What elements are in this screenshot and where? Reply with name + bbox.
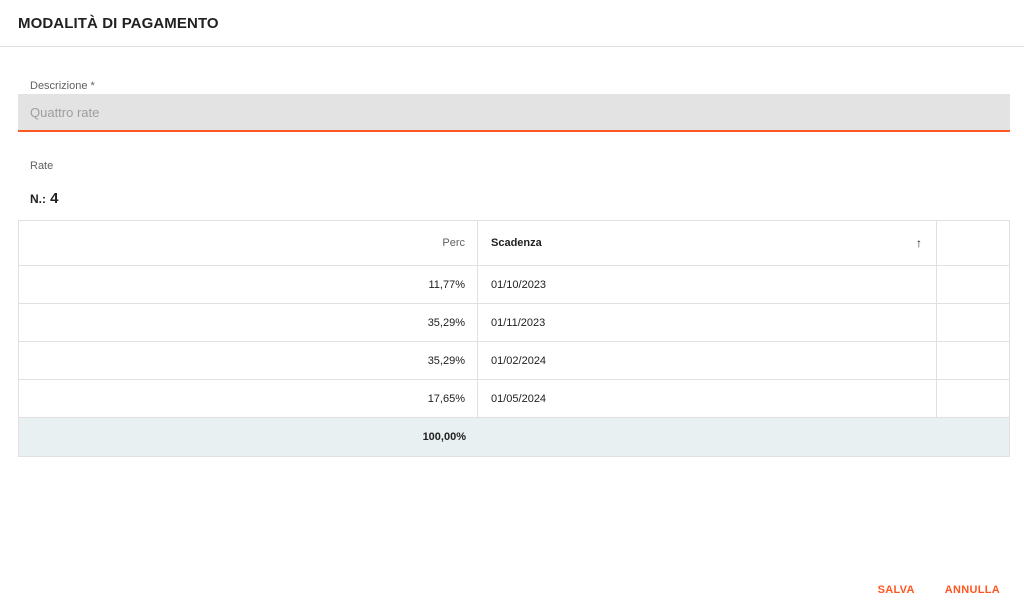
installments-table: Perc Scadenza ↑ 11,77% 01/10/2023 35,29%… xyxy=(18,220,1010,457)
cell-scadenza[interactable]: 01/10/2023 xyxy=(478,266,937,303)
arrow-up-icon[interactable]: ↑ xyxy=(916,236,922,250)
table-row[interactable]: 11,77% 01/10/2023 xyxy=(19,266,1009,304)
table-row[interactable]: 17,65% 01/05/2024 xyxy=(19,380,1009,418)
page-title: MODALITÀ DI PAGAMENTO xyxy=(18,14,219,32)
table-total-row: 100,00% xyxy=(19,418,1009,456)
dialog-header: MODALITÀ DI PAGAMENTO xyxy=(0,0,1024,47)
description-field: Descrizione * xyxy=(18,78,1010,132)
cell-perc[interactable]: 11,77% xyxy=(19,266,478,303)
cell-scadenza[interactable]: 01/11/2023 xyxy=(478,304,937,341)
cancel-button[interactable]: ANNULLA xyxy=(945,584,1000,596)
column-header-perc[interactable]: Perc xyxy=(19,221,478,265)
save-button[interactable]: SALVA xyxy=(878,584,915,596)
cell-perc[interactable]: 17,65% xyxy=(19,380,478,417)
total-scadenza xyxy=(478,418,937,456)
dialog-actions: SALVA ANNULLA xyxy=(878,584,1000,596)
column-header-scadenza-label: Scadenza xyxy=(491,237,542,249)
rate-section-label: Rate xyxy=(30,160,54,172)
cell-perc[interactable]: 35,29% xyxy=(19,304,478,341)
cell-actions xyxy=(937,380,1009,417)
table-row[interactable]: 35,29% 01/11/2023 xyxy=(19,304,1009,342)
table-row[interactable]: 35,29% 01/02/2024 xyxy=(19,342,1009,380)
description-label: Descrizione * xyxy=(30,80,95,92)
cell-scadenza[interactable]: 01/02/2024 xyxy=(478,342,937,379)
count-value: 4 xyxy=(50,190,59,207)
cell-actions xyxy=(937,342,1009,379)
cell-actions xyxy=(937,266,1009,303)
table-header-row: Perc Scadenza ↑ xyxy=(19,221,1009,266)
description-input[interactable] xyxy=(18,94,1010,132)
cell-perc[interactable]: 35,29% xyxy=(19,342,478,379)
cell-scadenza[interactable]: 01/05/2024 xyxy=(478,380,937,417)
cell-actions xyxy=(937,304,1009,341)
total-perc: 100,00% xyxy=(422,431,466,443)
column-header-scadenza[interactable]: Scadenza ↑ xyxy=(478,221,937,265)
total-actions xyxy=(937,418,1009,456)
installment-count: N.: 4 xyxy=(30,190,59,207)
column-header-actions xyxy=(937,221,1009,265)
count-prefix: N.: xyxy=(30,192,46,206)
